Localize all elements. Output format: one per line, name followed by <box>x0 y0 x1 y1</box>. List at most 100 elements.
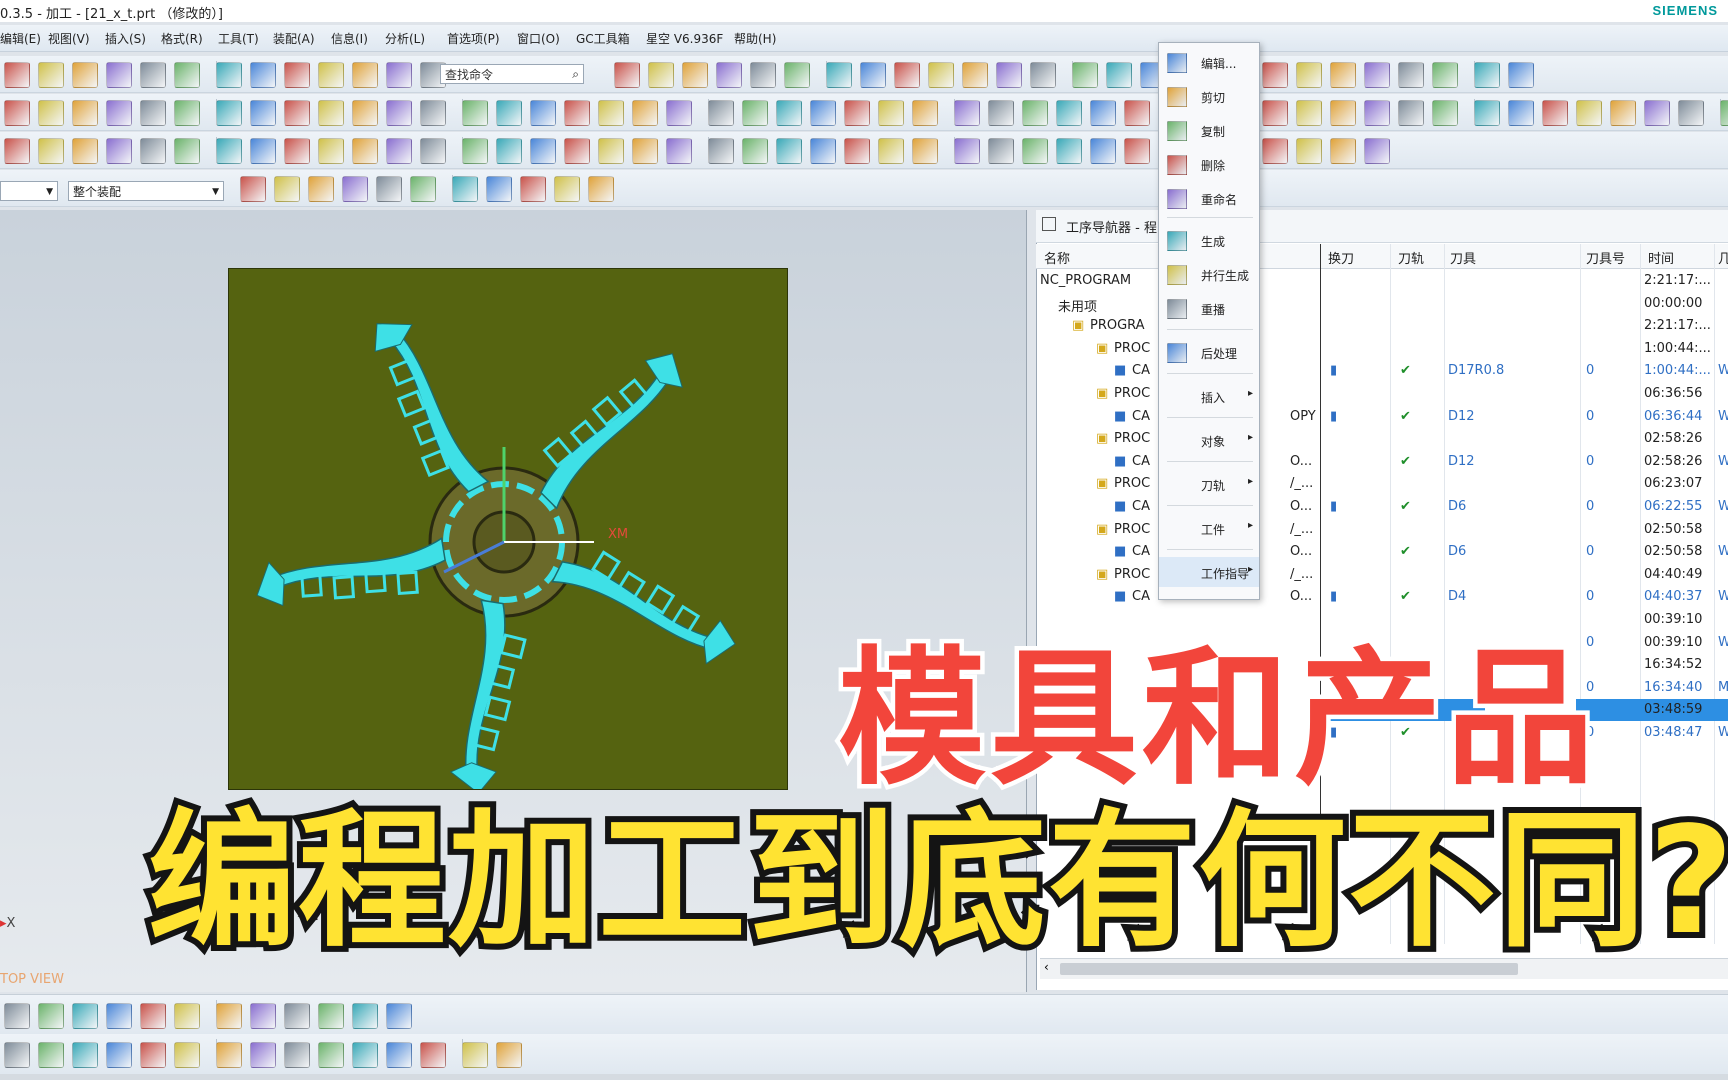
toolbar-tool-icon[interactable] <box>106 62 132 88</box>
table-row[interactable]: ▣ PROC 02:58:26 <box>1040 428 1728 450</box>
col-name[interactable]: 名称 <box>1044 248 1070 267</box>
context-menu-item[interactable]: 重播 <box>1159 293 1259 323</box>
toolbar-tool-icon[interactable] <box>352 1003 378 1029</box>
toolbar-tool-icon[interactable] <box>988 138 1014 164</box>
toolbar-tool-icon[interactable] <box>1262 62 1288 88</box>
toolbar-tool-icon[interactable] <box>4 1003 30 1029</box>
table-row[interactable]: ▣ PROC /_... 06:23:07 <box>1040 473 1728 495</box>
toolbar-tool-icon[interactable] <box>1432 62 1458 88</box>
col-tool-number[interactable]: 刀具号 <box>1586 248 1625 267</box>
toolbar-tool-icon[interactable] <box>554 176 580 202</box>
toolbar-tool-icon[interactable] <box>216 1003 242 1029</box>
toolbar-tool-icon[interactable] <box>1474 100 1500 126</box>
toolbar-tool-icon[interactable] <box>912 100 938 126</box>
toolbar-tool-icon[interactable] <box>1508 100 1534 126</box>
toolbar-tool-icon[interactable] <box>632 138 658 164</box>
toolbar-tool-icon[interactable] <box>376 176 402 202</box>
context-menu-item[interactable]: 并行生成 <box>1159 259 1259 289</box>
toolbar-tool-icon[interactable] <box>250 100 276 126</box>
toolbar-tool-icon[interactable] <box>954 100 980 126</box>
table-row[interactable]: ■ CA OPY ▮ ✔ D12 0 06:36:44 W <box>1040 406 1728 428</box>
assembly-scope-dropdown[interactable]: 整个装配 ▼ <box>68 181 224 201</box>
toolbar-tool-icon[interactable] <box>174 1042 200 1068</box>
toolbar-tool-icon[interactable] <box>810 100 836 126</box>
toolbar-tool-icon[interactable] <box>1056 138 1082 164</box>
toolbar-tool-icon[interactable] <box>4 62 30 88</box>
toolbar-tool-icon[interactable] <box>1576 100 1602 126</box>
menu-help[interactable]: 帮助(H) <box>734 30 776 47</box>
toolbar-tool-icon[interactable] <box>954 138 980 164</box>
toolbar-tool-icon[interactable] <box>860 62 886 88</box>
toolbar-tool-icon[interactable] <box>38 100 64 126</box>
toolbar-tool-icon[interactable] <box>1090 138 1116 164</box>
menu-view[interactable]: 视图(V) <box>48 30 90 47</box>
toolbar-tool-icon[interactable] <box>420 100 446 126</box>
toolbar-tool-icon[interactable] <box>1090 100 1116 126</box>
toolbar-tool-icon[interactable] <box>318 1042 344 1068</box>
toolbar-tool-icon[interactable] <box>284 1042 310 1068</box>
toolbar-tool-icon[interactable] <box>4 138 30 164</box>
table-row[interactable]: NC_PROGRAM 2:21:17:... <box>1040 270 1728 292</box>
menu-format[interactable]: 格式(R) <box>161 30 203 47</box>
toolbar-tool-icon[interactable] <box>1072 62 1098 88</box>
toolbar-tool-icon[interactable] <box>588 176 614 202</box>
toolbar-tool-icon[interactable] <box>928 62 954 88</box>
toolbar-tool-icon[interactable] <box>614 62 640 88</box>
context-menu-item[interactable]: 对象 ▸ <box>1159 425 1259 455</box>
context-menu-item[interactable]: 插入 ▸ <box>1159 381 1259 411</box>
toolbar-tool-icon[interactable] <box>386 138 412 164</box>
toolbar-tool-icon[interactable] <box>174 100 200 126</box>
toolbar-tool-icon[interactable] <box>530 138 556 164</box>
col-toolpath[interactable]: 刀轨 <box>1398 248 1424 267</box>
toolbar-tool-icon[interactable] <box>530 100 556 126</box>
toolbar-tool-icon[interactable] <box>38 62 64 88</box>
context-menu-item[interactable]: 后处理 <box>1159 337 1259 367</box>
toolbar-tool-icon[interactable] <box>1398 100 1424 126</box>
toolbar-tool-icon[interactable] <box>810 138 836 164</box>
toolbar-tool-icon[interactable] <box>826 62 852 88</box>
toolbar-tool-icon[interactable] <box>1124 100 1150 126</box>
menu-assembly[interactable]: 装配(A) <box>273 30 315 47</box>
toolbar-tool-icon[interactable] <box>1056 100 1082 126</box>
menu-gc-toolbox[interactable]: GC工具箱 <box>576 30 630 47</box>
toolbar-tool-icon[interactable] <box>1296 100 1322 126</box>
toolbar-tool-icon[interactable] <box>496 1042 522 1068</box>
context-menu-item[interactable]: 剪切 <box>1159 81 1259 111</box>
toolbar-tool-icon[interactable] <box>410 176 436 202</box>
toolbar-tool-icon[interactable] <box>318 138 344 164</box>
toolbar-tool-icon[interactable] <box>140 62 166 88</box>
toolbar-tool-icon[interactable] <box>666 138 692 164</box>
toolbar-tool-icon[interactable] <box>1022 138 1048 164</box>
toolbar-tool-icon[interactable] <box>496 138 522 164</box>
menu-insert[interactable]: 插入(S) <box>105 30 146 47</box>
toolbar-tool-icon[interactable] <box>1022 100 1048 126</box>
toolbar-tool-icon[interactable] <box>72 62 98 88</box>
toolbar-tool-icon[interactable] <box>462 138 488 164</box>
selection-filter-dropdown[interactable]: ▼ <box>0 181 58 201</box>
toolbar-tool-icon[interactable] <box>1678 100 1704 126</box>
toolbar-tool-icon[interactable] <box>496 100 522 126</box>
menu-edit[interactable]: 编辑(E) <box>0 30 41 47</box>
toolbar-tool-icon[interactable] <box>352 100 378 126</box>
toolbar-tool-icon[interactable] <box>452 176 478 202</box>
toolbar-tool-icon[interactable] <box>1364 62 1390 88</box>
search-input[interactable]: 查找命令 ⌕ <box>440 64 584 84</box>
toolbar-tool-icon[interactable] <box>1720 100 1728 126</box>
toolbar-tool-icon[interactable] <box>742 138 768 164</box>
toolbar-tool-icon[interactable] <box>38 138 64 164</box>
toolbar-tool-icon[interactable] <box>462 100 488 126</box>
toolbar-tool-icon[interactable] <box>386 62 412 88</box>
toolbar-tool-icon[interactable] <box>284 100 310 126</box>
toolbar-tool-icon[interactable] <box>1030 62 1056 88</box>
toolbar-tool-icon[interactable] <box>598 138 624 164</box>
col-time[interactable]: 时间 <box>1648 248 1674 267</box>
toolbar-tool-icon[interactable] <box>284 138 310 164</box>
toolbar-tool-icon[interactable] <box>106 138 132 164</box>
toolbar-tool-icon[interactable] <box>106 1042 132 1068</box>
toolbar-tool-icon[interactable] <box>1106 62 1132 88</box>
toolbar-tool-icon[interactable] <box>1364 138 1390 164</box>
table-row[interactable]: 未用项 00:00:00 <box>1040 293 1728 315</box>
menu-tools[interactable]: 工具(T) <box>218 30 259 47</box>
toolbar-tool-icon[interactable] <box>352 62 378 88</box>
context-menu-item[interactable]: 复制 <box>1159 115 1259 145</box>
